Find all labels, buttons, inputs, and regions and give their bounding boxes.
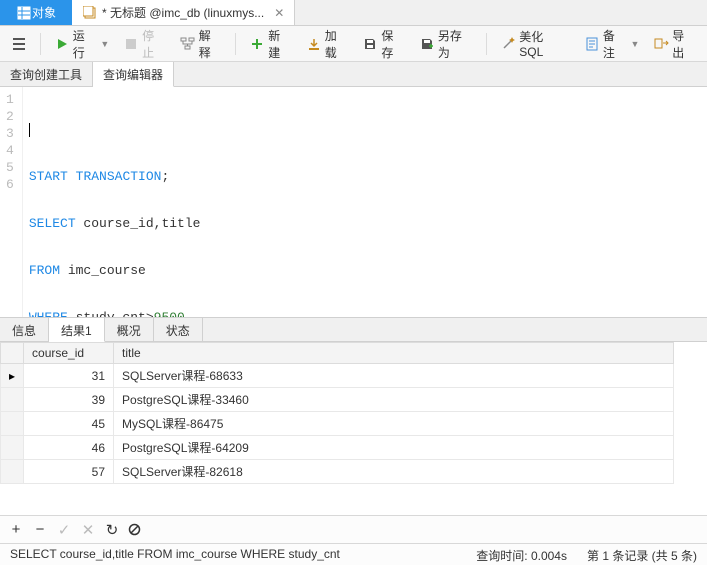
hamburger-button[interactable] — [6, 33, 32, 55]
refresh-button[interactable]: ↻ — [104, 521, 120, 539]
tab-profile[interactable]: 概况 — [105, 318, 154, 341]
tab-query-file[interactable]: * 无标题 @imc_db (linuxmys... ✕ — [72, 0, 295, 25]
file-tab-strip: 对象 * 无标题 @imc_db (linuxmys... ✕ — [0, 0, 707, 26]
tab-file-label: * 无标题 @imc_db (linuxmys... — [102, 4, 264, 21]
play-icon — [54, 36, 70, 52]
explain-icon — [180, 36, 196, 52]
export-icon — [653, 36, 669, 52]
table-icon — [16, 5, 32, 21]
load-button[interactable]: 加载 — [301, 24, 354, 64]
separator — [235, 33, 236, 55]
delete-record-button[interactable]: − — [32, 521, 48, 538]
export-button[interactable]: 导出 — [648, 24, 701, 64]
save-button[interactable]: 保存 — [358, 24, 411, 64]
tab-query-editor[interactable]: 查询编辑器 — [93, 62, 174, 87]
wand-icon — [500, 36, 516, 52]
header-row: course_id title — [1, 343, 674, 364]
code-area[interactable]: START TRANSACTION; SELECT course_id,titl… — [23, 87, 207, 317]
run-button[interactable]: 运行▼ — [49, 24, 114, 64]
save-icon — [363, 36, 379, 52]
new-button[interactable]: 新建 — [244, 24, 297, 64]
hamburger-icon — [11, 36, 27, 52]
confirm-button[interactable]: ✓ — [56, 521, 72, 539]
save-as-button[interactable]: 另存为 — [414, 24, 478, 64]
tab-status[interactable]: 状态 — [154, 318, 203, 341]
column-course-id[interactable]: course_id — [24, 343, 114, 364]
stop-fetch-button[interactable] — [128, 523, 144, 536]
table-row[interactable]: 57SQLServer课程-82618 — [1, 460, 674, 484]
tab-info[interactable]: 信息 — [0, 318, 49, 341]
chevron-down-icon: ▼ — [100, 39, 109, 49]
line-gutter: 123456 — [0, 87, 23, 317]
sql-editor[interactable]: 123456 START TRANSACTION; SELECT course_… — [0, 87, 707, 317]
stop-button[interactable]: 停止 — [118, 24, 171, 64]
table-row[interactable]: 46PostgreSQL课程-64209 — [1, 436, 674, 460]
notes-button[interactable]: 备注▼ — [579, 24, 644, 64]
status-record: 第 1 条记录 (共 5 条) — [577, 544, 707, 565]
tab-query-builder[interactable]: 查询创建工具 — [0, 62, 93, 86]
row-header-blank — [1, 343, 24, 364]
table-row[interactable]: 45MySQL课程-86475 — [1, 412, 674, 436]
cancel-button[interactable]: ✕ — [80, 521, 96, 539]
load-icon — [306, 36, 322, 52]
record-controls: + − ✓ ✕ ↻ — [0, 515, 707, 543]
tab-result1[interactable]: 结果1 — [49, 318, 105, 342]
tab-objects-label: 对象 — [32, 4, 56, 21]
current-row-marker: ▸ — [1, 364, 24, 388]
notes-icon — [584, 36, 600, 52]
tab-objects[interactable]: 对象 — [0, 0, 72, 25]
explain-button[interactable]: 解释 — [175, 24, 228, 64]
stop-icon — [123, 36, 139, 52]
separator — [40, 33, 41, 55]
add-record-button[interactable]: + — [8, 521, 24, 538]
query-file-icon — [82, 5, 98, 21]
close-icon[interactable]: ✕ — [274, 6, 284, 20]
status-time: 查询时间: 0.004s — [466, 544, 577, 565]
result-tab-strip: 信息 结果1 概况 状态 — [0, 317, 707, 342]
table-row[interactable]: ▸31SQLServer课程-68633 — [1, 364, 674, 388]
chevron-down-icon: ▼ — [630, 39, 639, 49]
result-grid[interactable]: course_id title ▸31SQLServer课程-68633 39P… — [0, 342, 707, 515]
toolbar: 运行▼ 停止 解释 新建 加载 保存 另存为 美化 SQL 备注▼ 导出 — [0, 26, 707, 62]
save-as-icon — [419, 36, 435, 52]
status-query: SELECT course_id,title FROM imc_course W… — [0, 544, 466, 565]
status-bar: SELECT course_id,title FROM imc_course W… — [0, 543, 707, 565]
editor-tab-strip: 查询创建工具 查询编辑器 — [0, 62, 707, 87]
text-cursor — [29, 123, 30, 137]
table-row[interactable]: 39PostgreSQL课程-33460 — [1, 388, 674, 412]
beautify-button[interactable]: 美化 SQL — [495, 25, 575, 62]
column-title[interactable]: title — [114, 343, 674, 364]
separator — [486, 33, 487, 55]
plus-icon — [249, 36, 265, 52]
